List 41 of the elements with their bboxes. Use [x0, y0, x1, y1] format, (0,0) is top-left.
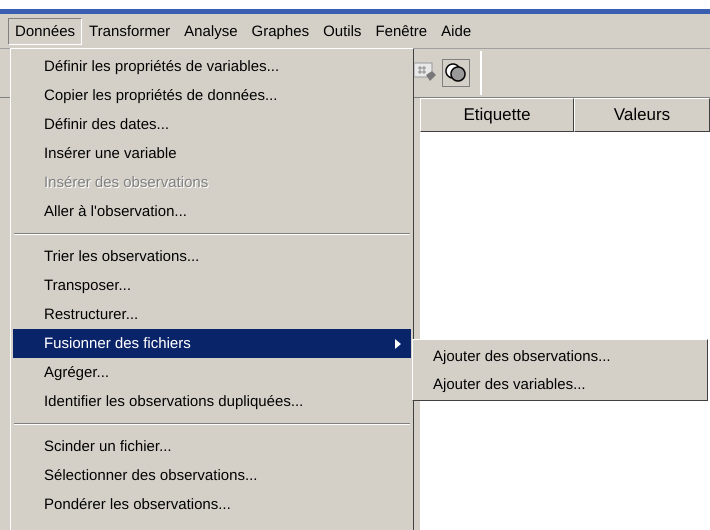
menu-item-label: Trier les observations... — [44, 248, 200, 265]
menu-item[interactable]: Aller à l'observation... — [13, 197, 411, 226]
menu-item-label: Sélectionner des observations... — [44, 467, 258, 484]
menu-item[interactable]: Transposer... — [13, 271, 411, 300]
menu-item[interactable]: Copier les propriétés de données... — [13, 81, 411, 110]
menu-item[interactable]: Ajouter des observations... — [415, 342, 705, 370]
menu-bar-item[interactable]: Données — [8, 18, 82, 44]
menu-item[interactable]: Identifier les observations dupliquées... — [13, 387, 411, 416]
menu-bar-item[interactable]: Analyse — [177, 18, 245, 44]
menu-item-label: Définir les propriétés de variables... — [44, 58, 280, 75]
menu-item-label: Insérer une variable — [44, 145, 177, 162]
menu-item[interactable]: Sélectionner des observations... — [13, 461, 411, 490]
menu-item-label: Fusionner des fichiers — [44, 335, 191, 352]
menu-item-label: Identifier les observations dupliquées... — [44, 393, 304, 410]
menu-item[interactable]: Définir les propriétés de variables... — [13, 52, 411, 81]
menu-bar-item[interactable]: Aide — [434, 18, 478, 44]
column-header[interactable]: Valeurs — [574, 98, 710, 132]
menu-item-label: Définir des dates... — [44, 116, 170, 133]
menu-item[interactable]: Scinder un fichier... — [13, 432, 411, 461]
menu-bar-item[interactable]: Outils — [316, 18, 368, 44]
menu-item-label: Restructurer... — [44, 306, 138, 323]
menu-item[interactable]: Insérer une variable — [13, 139, 411, 168]
menu-item-label: Scinder un fichier... — [44, 438, 172, 455]
menu-item[interactable]: Agréger... — [13, 358, 411, 387]
menu-bar-item[interactable]: Graphes — [244, 18, 316, 44]
sets-icon[interactable] — [442, 59, 470, 87]
menu-item[interactable]: Fusionner des fichiers — [13, 329, 411, 358]
menu-item[interactable]: Définir des dates... — [13, 110, 411, 139]
menu-item[interactable]: Restructurer... — [13, 300, 411, 329]
menu-item[interactable]: Ajouter des variables... — [415, 370, 705, 398]
menu-item-label: Copier les propriétés de données... — [44, 87, 278, 104]
menu-bar-item[interactable]: Transformer — [82, 18, 178, 44]
menu-item-label: Aller à l'observation... — [44, 203, 187, 220]
menu-item-label: Pondérer les observations... — [44, 496, 231, 513]
menu-item-label: Transposer... — [44, 277, 131, 294]
column-header[interactable]: Etiquette — [420, 98, 574, 132]
menu-item-label: Insérer des observations — [44, 174, 208, 191]
menu-item[interactable]: Trier les observations... — [13, 242, 411, 271]
menu-bar-item[interactable]: Fenêtre — [368, 18, 434, 44]
menu-item[interactable]: Pondérer les observations... — [13, 490, 411, 519]
menu-item-label: Agréger... — [44, 364, 110, 381]
